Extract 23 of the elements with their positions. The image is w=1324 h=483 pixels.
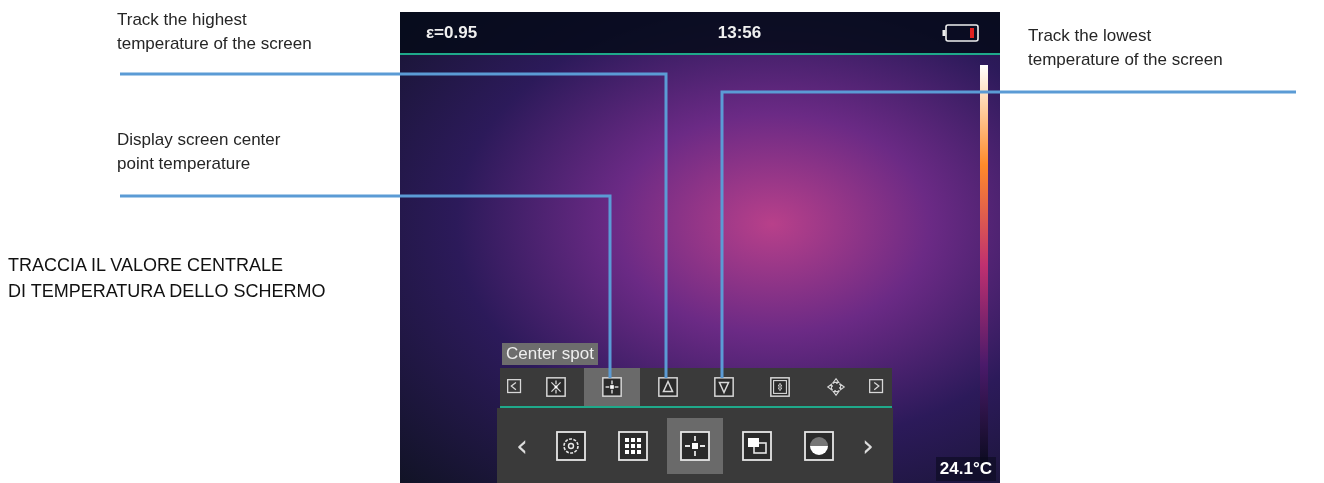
annotation-text: Display screen center point temperature: [117, 129, 281, 175]
temperature-reading: 24.1°C: [935, 457, 996, 481]
annotation-text: Track the highest temperature of the screen: [117, 9, 312, 55]
emissivity-text: ε=0.95: [426, 22, 478, 43]
clock-text: 13:56: [717, 22, 762, 43]
overlapping-squares-icon: [741, 429, 773, 462]
annotation-text: Track the lowest temperature of the screen: [1028, 25, 1223, 71]
tool-button[interactable]: [584, 368, 640, 406]
previous-button[interactable]: ‹: [507, 428, 537, 463]
four-arrows-icon: [825, 376, 847, 398]
crosshair-icon: [679, 429, 711, 462]
caption-text: TRACCIA IL VALORE CENTRALE DI TEMPERATURA DELLO SCHERMO: [8, 254, 326, 303]
next-button[interactable]: ›: [853, 428, 883, 463]
battery-icon: [942, 23, 980, 42]
tooltip: Center spot: [502, 343, 598, 365]
triangle-down-icon: [713, 376, 735, 398]
triangle-up-icon: [657, 376, 679, 398]
grid-icon: [617, 429, 649, 462]
spark-icon: [545, 376, 567, 398]
menu-button[interactable]: [667, 417, 723, 474]
settings-icon: [555, 429, 587, 462]
crosshair-icon: [601, 376, 623, 398]
frame-icon: [769, 376, 791, 398]
